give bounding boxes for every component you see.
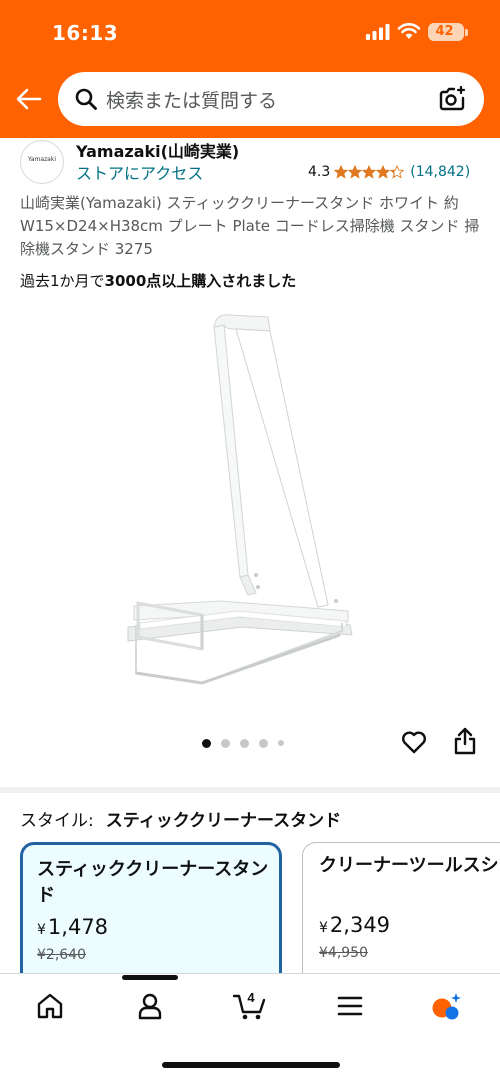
purchase-count: 過去1か月で3000点以上購入されました (20, 270, 296, 291)
share-icon[interactable] (452, 726, 478, 756)
style-option-name: クリーナーツールスション (319, 855, 500, 876)
menu-icon[interactable] (334, 990, 366, 1022)
style-label: スタイル: (20, 811, 94, 831)
product-rating[interactable]: 4.3 (14,842) (308, 162, 470, 182)
battery-level: 42 (435, 24, 454, 39)
store-logo[interactable]: Yamazaki (20, 140, 64, 184)
section-divider (0, 787, 500, 793)
product-title: 山崎実業(Yamazaki) スティッククリーナースタンド ホワイト 約W15×… (20, 194, 480, 258)
search-bar[interactable]: 検索または質問する (58, 72, 484, 126)
store-logo-text: Yamazaki (27, 156, 56, 163)
price-value: 1,478 (47, 915, 109, 939)
style-option-old-price: ¥2,640 (37, 947, 86, 963)
product-image[interactable] (110, 305, 400, 700)
style-option-old-price: ¥4,950 (319, 945, 368, 961)
star-icon (362, 165, 377, 179)
battery-tip (465, 29, 468, 36)
review-count[interactable]: (14,842) (410, 164, 470, 180)
battery-icon: 42 (428, 23, 464, 41)
style-option[interactable]: クリーナーツールスション ¥2,349 ¥4,950 (302, 842, 500, 992)
camera-search-icon[interactable] (438, 85, 466, 113)
price-value: 2,349 (329, 913, 391, 937)
store-name[interactable]: Yamazaki(山崎実業) (76, 138, 239, 162)
carousel-dot[interactable] (221, 738, 230, 748)
carousel-dots[interactable] (202, 737, 294, 749)
wifi-icon (397, 23, 421, 39)
rating-stars (334, 165, 405, 179)
rating-value: 4.3 (308, 164, 331, 180)
style-option-price: ¥1,478 (37, 915, 108, 939)
visit-store-link[interactable]: ストアにアクセス (76, 160, 203, 184)
star-icon (348, 165, 363, 179)
status-bar: 16:13 42 (0, 0, 500, 62)
purchase-count-bold: 3000点以上購入されました (104, 272, 297, 290)
carousel-dot[interactable] (259, 738, 268, 748)
style-option-name: スティッククリーナースタンド (37, 859, 269, 906)
cart-icon[interactable]: 4 (232, 990, 270, 1022)
cellular-signal-icon (366, 24, 390, 40)
home-icon[interactable] (34, 990, 66, 1022)
carousel-dot[interactable] (240, 738, 249, 748)
search-icon (75, 88, 97, 110)
style-value: スティッククリーナースタンド (105, 811, 342, 831)
star-icon (376, 165, 391, 179)
active-tab-indicator (122, 975, 178, 980)
style-option-price: ¥2,349 (319, 913, 390, 937)
star-icon (334, 165, 349, 179)
search-placeholder: 検索または質問する (106, 90, 278, 112)
carousel-dot[interactable] (202, 738, 211, 748)
home-indicator (162, 1062, 340, 1068)
star-icon (390, 165, 405, 179)
cart-count: 4 (247, 990, 255, 1005)
back-arrow-icon[interactable] (14, 84, 44, 114)
currency-symbol: ¥ (37, 922, 46, 938)
currency-symbol: ¥ (319, 920, 328, 936)
purchase-count-prefix: 過去1か月で (20, 272, 105, 290)
carousel-dot[interactable] (278, 740, 284, 746)
app-header: 16:13 42 検索または質問する (0, 0, 500, 138)
assistant-icon[interactable] (430, 990, 462, 1022)
heart-icon[interactable] (400, 728, 428, 756)
style-selector-label: スタイル: スティッククリーナースタンド (20, 806, 341, 831)
style-option-selected[interactable]: スティッククリーナースタンド ¥1,478 ¥2,640 (20, 842, 282, 992)
status-time: 16:13 (52, 21, 119, 45)
account-icon[interactable] (134, 990, 166, 1022)
